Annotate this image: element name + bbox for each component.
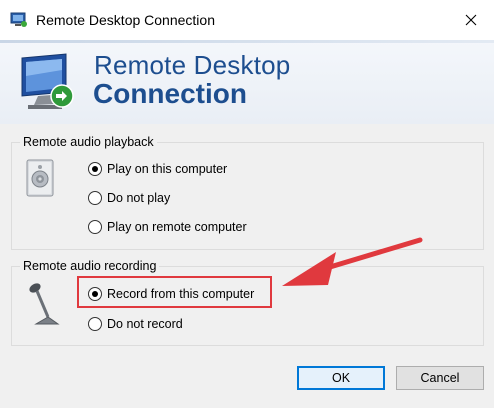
cancel-button[interactable]: Cancel xyxy=(396,366,484,390)
ok-button[interactable]: OK xyxy=(297,366,385,390)
red-arrow-icon xyxy=(282,237,423,286)
